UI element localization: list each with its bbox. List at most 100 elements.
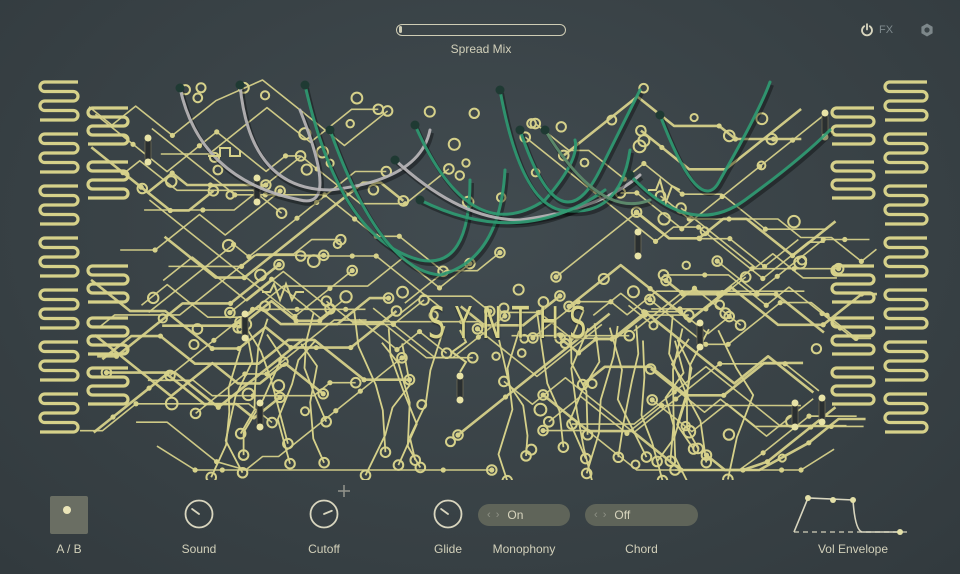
resistor-lead (818, 394, 826, 402)
trace-joint (169, 170, 175, 176)
envelope-decay-point[interactable] (830, 497, 836, 503)
via-pad (300, 163, 313, 176)
monophony-label: Monophony (492, 542, 556, 556)
sound-knob[interactable] (184, 499, 214, 529)
trace-joint (853, 335, 859, 342)
trace-joint (773, 291, 779, 297)
resistor (241, 315, 249, 337)
glide-label: Glide (433, 542, 462, 556)
glide-knob[interactable] (433, 499, 463, 529)
chord-selector[interactable]: ‹ › Off (585, 504, 698, 526)
via-pad (300, 406, 311, 417)
trace-joint (317, 318, 323, 324)
trace-joint (130, 141, 136, 147)
trace-joint (763, 302, 769, 308)
trace-joint (313, 344, 319, 351)
trace-joint (219, 467, 225, 473)
trace-joint (276, 262, 282, 268)
trace-joint (349, 253, 355, 259)
fx-toggle[interactable]: FX (860, 22, 893, 38)
serpentine-pad (830, 160, 876, 200)
fx-label: FX (879, 24, 894, 36)
trace-joint (120, 170, 126, 176)
trace-joint (762, 226, 769, 232)
sound-label: Sound (181, 542, 217, 556)
trace-joint (717, 361, 723, 367)
controls-panel: A / B Sound Cutoff Glide ‹ › On Monophon… (0, 480, 960, 574)
via-pad (212, 164, 224, 176)
serpentine-pad (883, 288, 929, 330)
resistor-lead (253, 174, 261, 182)
trace-joint (385, 295, 392, 301)
plus-icon[interactable] (338, 485, 350, 497)
header: Spread Mix FX (0, 0, 960, 70)
settings-button[interactable] (919, 22, 935, 38)
via-pad (423, 105, 436, 118)
circuit-board-artwork: SYNTHS (0, 70, 960, 480)
via-pad (579, 157, 590, 168)
resistor-lead (241, 334, 249, 342)
via-pad (396, 285, 409, 299)
resistor (144, 139, 152, 161)
vol-envelope-label: Vol Envelope (817, 542, 889, 556)
serpentine-pad (883, 80, 929, 122)
serpentine-pad (883, 392, 929, 434)
cable-jack (410, 120, 420, 130)
envelope-attack-point[interactable] (805, 495, 811, 501)
via-pad (444, 436, 456, 448)
trace-joint (169, 132, 175, 139)
trace-joint (540, 427, 546, 434)
trace-joint (133, 401, 139, 407)
serpentine-pad (86, 264, 130, 304)
monophony-selector[interactable]: ‹ › On (478, 504, 570, 526)
cable-jack (415, 195, 425, 205)
via-pad (542, 416, 555, 428)
trace-joint (754, 291, 760, 297)
circuit-trace (555, 211, 799, 278)
via-pad (555, 121, 567, 133)
monophony-value: On (507, 508, 524, 522)
circuit-trace (663, 274, 856, 341)
vol-envelope-graph[interactable] (790, 494, 910, 536)
trace-joint (633, 210, 639, 216)
trace-joint (293, 318, 299, 324)
trace-joint (691, 285, 698, 291)
envelope-sustain-point[interactable] (850, 497, 856, 503)
trace-joint (215, 404, 221, 410)
via-pad (722, 428, 736, 441)
serpentine-pad (38, 184, 80, 226)
trace-joint (502, 394, 509, 400)
trace-joint (282, 153, 289, 159)
circuit-trace (672, 328, 688, 480)
envelope-release-point[interactable] (897, 529, 903, 535)
trace-joint (209, 345, 215, 352)
circuit-board-svg (38, 79, 929, 480)
via-pad (681, 260, 691, 271)
resistor (256, 404, 264, 426)
spread-mix-slider[interactable] (396, 24, 566, 36)
via-pad (468, 107, 480, 120)
trace-joint (157, 333, 164, 339)
trace-joint (343, 306, 349, 312)
resistor-lead (791, 423, 799, 431)
via-pad (275, 207, 288, 219)
trace-joint (497, 249, 503, 256)
ab-button[interactable] (50, 496, 88, 534)
trace-joint (349, 267, 355, 274)
trace-joint (806, 440, 812, 446)
resistor (456, 377, 464, 399)
cutoff-knob[interactable] (309, 499, 339, 529)
trace-joint (396, 233, 402, 239)
serpentine-pad (86, 106, 130, 146)
trace-joint (641, 160, 647, 167)
chord-label: Chord (625, 542, 658, 556)
trace-joint (702, 272, 708, 278)
resistor-lead (821, 109, 829, 117)
resistor-lead (696, 319, 704, 327)
trace-joint (348, 344, 354, 351)
spread-mix-label: Spread Mix (450, 42, 512, 56)
trace-joint (703, 306, 709, 312)
via-pad (318, 456, 330, 469)
trace-joint (663, 277, 669, 284)
trace-joint (211, 337, 217, 343)
